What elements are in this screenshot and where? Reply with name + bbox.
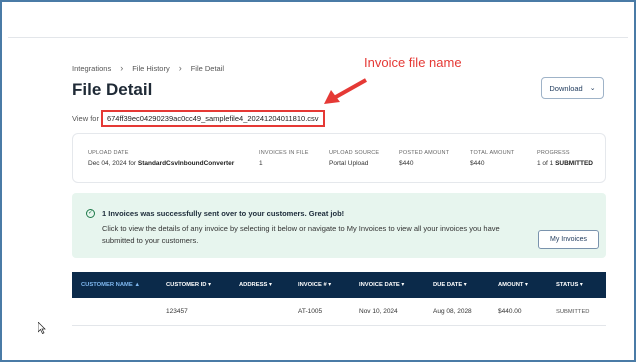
check-circle-icon: ✓ bbox=[86, 209, 95, 218]
stat-progress: PROGRESS 1 of 1 SUBMITTED bbox=[537, 150, 593, 167]
breadcrumb-file-detail: File Detail bbox=[190, 63, 225, 73]
stat-label: POSTED AMOUNT bbox=[399, 150, 450, 156]
stat-value: Dec 04, 2024 for StandardCsvInboundConve… bbox=[88, 160, 234, 167]
table-row[interactable]: 123457 AT-1005 Nov 10, 2024 Aug 08, 2028… bbox=[72, 298, 606, 326]
page-title: File Detail bbox=[72, 80, 153, 99]
column-amount[interactable]: AMOUNT ▾ bbox=[498, 272, 528, 298]
stat-value: 1 of 1 SUBMITTED bbox=[537, 160, 593, 167]
column-status[interactable]: STATUS ▾ bbox=[556, 272, 583, 298]
breadcrumb: Integrations › File History › File Detai… bbox=[72, 63, 224, 73]
stat-total-amount: TOTAL AMOUNT $440 bbox=[470, 150, 514, 167]
success-title: 1 Invoices was successfully sent over to… bbox=[102, 209, 345, 218]
column-customer-id[interactable]: CUSTOMER ID ▾ bbox=[166, 272, 211, 298]
stat-upload-date: UPLOAD DATE Dec 04, 2024 for StandardCsv… bbox=[88, 150, 234, 167]
stat-value: 1 bbox=[259, 160, 263, 167]
breadcrumb-file-history[interactable]: File History bbox=[132, 64, 170, 73]
cell-customer-id: 123457 bbox=[166, 308, 188, 315]
download-label: Download bbox=[549, 83, 583, 93]
annotation-label: Invoice file name bbox=[364, 55, 462, 70]
stat-upload-source: UPLOAD SOURCE Portal Upload bbox=[329, 150, 379, 167]
my-invoices-button[interactable]: My Invoices bbox=[538, 230, 599, 249]
breadcrumb-integrations[interactable]: Integrations bbox=[72, 64, 111, 73]
column-invoice-number[interactable]: INVOICE # ▾ bbox=[298, 272, 331, 298]
download-button[interactable]: Download ⌄ bbox=[541, 77, 604, 99]
chevron-right-icon: › bbox=[120, 63, 124, 73]
success-banner: ✓ 1 Invoices was successfully sent over … bbox=[72, 193, 606, 258]
chevron-down-icon: ⌄ bbox=[589, 85, 596, 92]
cell-amount: $440.00 bbox=[498, 308, 522, 315]
invoice-table: CUSTOMER NAME ▲ CUSTOMER ID ▾ ADDRESS ▾ … bbox=[72, 272, 606, 326]
cell-status: SUBMITTED bbox=[556, 309, 590, 315]
mouse-cursor-icon bbox=[38, 322, 46, 334]
header-divider bbox=[8, 37, 628, 38]
stat-value: $440 bbox=[470, 160, 485, 167]
cell-invoice-date: Nov 10, 2024 bbox=[359, 308, 398, 315]
stat-label: UPLOAD DATE bbox=[88, 150, 129, 156]
cell-due-date: Aug 08, 2028 bbox=[433, 308, 472, 315]
progress-status: SUBMITTED bbox=[555, 160, 593, 167]
stat-value: Portal Upload bbox=[329, 160, 369, 167]
stat-invoices: INVOICES IN FILE 1 bbox=[259, 150, 309, 167]
view-for-label: View for bbox=[72, 114, 99, 123]
stat-label: TOTAL AMOUNT bbox=[470, 150, 515, 156]
converter-name: StandardCsvInboundConverter bbox=[137, 160, 235, 167]
stat-posted-amount: POSTED AMOUNT $440 bbox=[399, 150, 449, 167]
file-name: 674ff39ec04290239ac0cc49_samplefile4_202… bbox=[100, 110, 325, 127]
success-text: Click to view the details of any invoice… bbox=[102, 224, 500, 245]
chevron-right-icon: › bbox=[178, 63, 182, 73]
stat-value: $440 bbox=[399, 160, 414, 167]
stat-label: PROGRESS bbox=[537, 150, 570, 156]
stat-label: UPLOAD SOURCE bbox=[329, 150, 380, 156]
file-stats-card: UPLOAD DATE Dec 04, 2024 for StandardCsv… bbox=[72, 133, 606, 183]
view-for-line: View for 674ff39ec04290239ac0cc49_sample… bbox=[72, 110, 325, 127]
column-due-date[interactable]: DUE DATE ▾ bbox=[433, 272, 467, 298]
stat-label: INVOICES IN FILE bbox=[259, 150, 309, 156]
progress-value: 1 of 1 bbox=[537, 160, 554, 167]
column-address[interactable]: ADDRESS ▾ bbox=[239, 272, 272, 298]
upload-date-value: Dec 04, 2024 for bbox=[88, 160, 137, 167]
column-invoice-date[interactable]: INVOICE DATE ▾ bbox=[359, 272, 404, 298]
column-customer-name[interactable]: CUSTOMER NAME ▲ bbox=[81, 272, 140, 298]
annotation-arrow-icon bbox=[324, 78, 367, 104]
cell-invoice-number: AT-1005 bbox=[298, 308, 323, 315]
table-header: CUSTOMER NAME ▲ CUSTOMER ID ▾ ADDRESS ▾ … bbox=[72, 272, 606, 298]
